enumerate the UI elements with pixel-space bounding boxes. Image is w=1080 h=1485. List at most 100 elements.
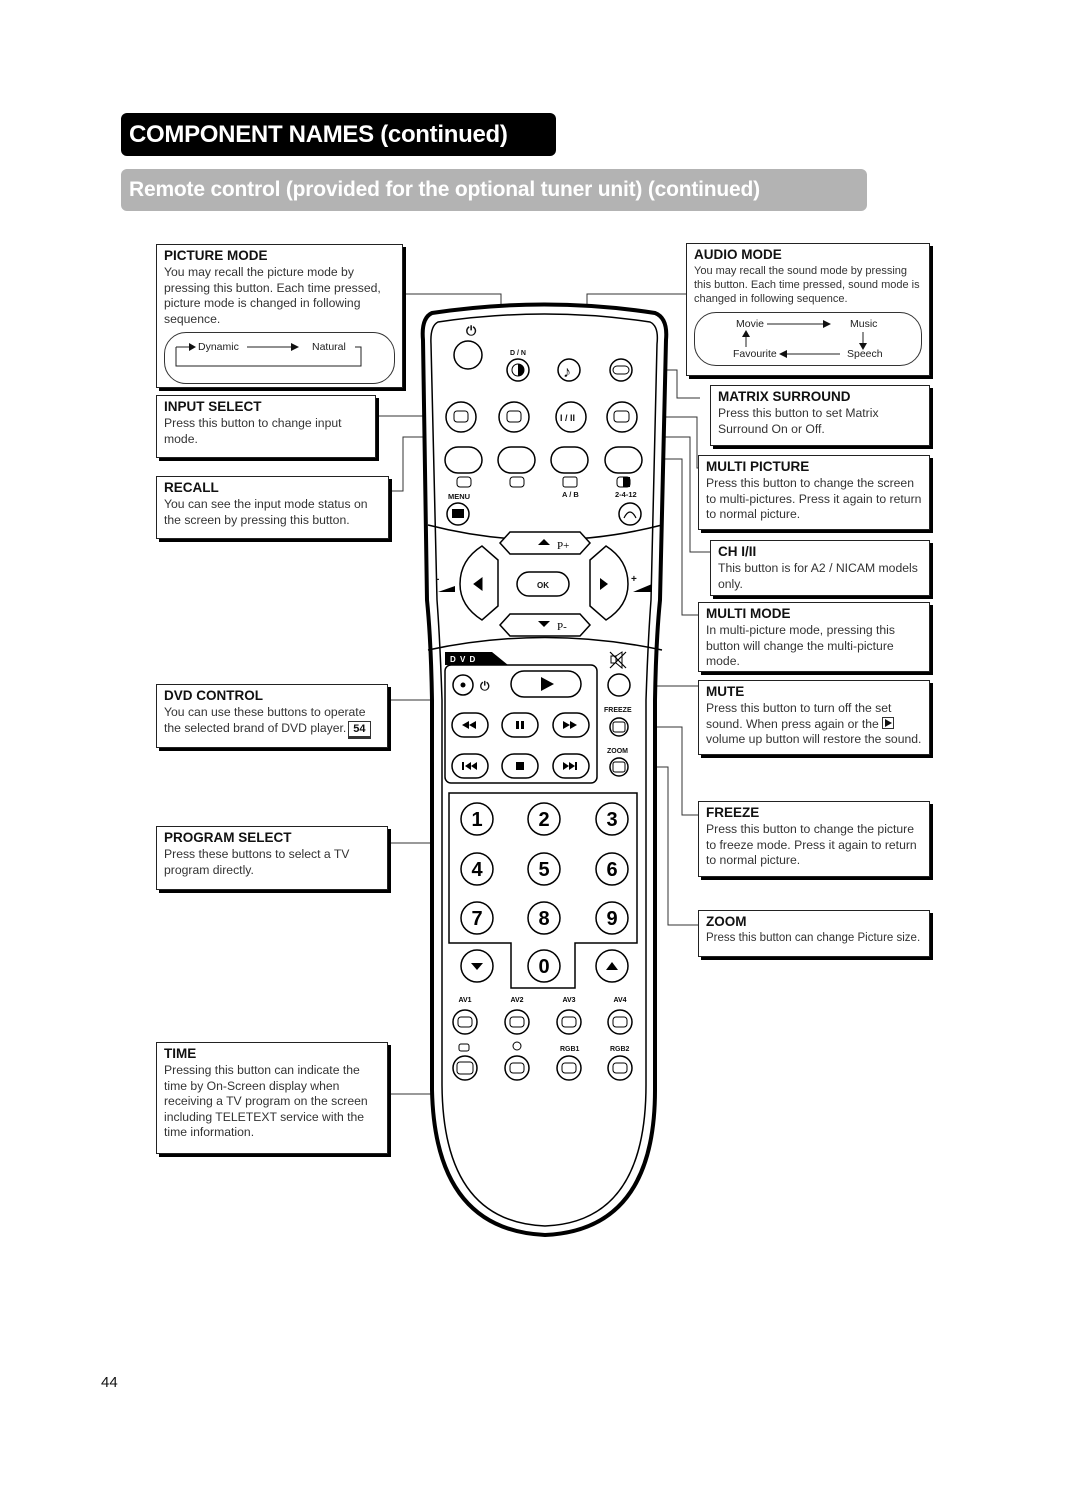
audio-mode-sequence: Movie Music Speech Favourite bbox=[694, 312, 922, 366]
digit-button-5[interactable]: 5 bbox=[527, 852, 561, 886]
digit-label: 5 bbox=[538, 859, 549, 881]
ab-button[interactable] bbox=[550, 446, 589, 474]
zoom-label: ZOOM bbox=[607, 748, 628, 755]
picture-mode-sequence: Dynamic Natural bbox=[164, 332, 395, 385]
av-label: AV4 bbox=[613, 997, 626, 1004]
callout-text: You may recall the picture mode by press… bbox=[164, 265, 381, 326]
callout-multi-mode: MULTI MODE In multi-picture mode, pressi… bbox=[698, 602, 930, 672]
time-button[interactable] bbox=[504, 1055, 530, 1081]
recall-button[interactable] bbox=[498, 401, 530, 433]
sequence-arrows bbox=[742, 320, 867, 358]
callout-title: TIME bbox=[164, 1046, 197, 1061]
ab-label: A / B bbox=[562, 490, 579, 499]
input-select-button[interactable] bbox=[445, 401, 477, 433]
callout-text: Pressing this button can indicate the ti… bbox=[164, 1063, 368, 1140]
matrix-surround-button[interactable] bbox=[609, 358, 633, 382]
callout-recall: RECALL You can see the input mode status… bbox=[156, 476, 389, 539]
callout-text: Press this button to change the screen t… bbox=[706, 476, 922, 522]
callout-ch: CH I/II This button is for A2 / NICAM mo… bbox=[710, 540, 930, 596]
digit-label: 2 bbox=[538, 809, 549, 831]
sequence-item: Music bbox=[850, 318, 878, 330]
freeze-label: FREEZE bbox=[604, 707, 632, 714]
av-button-4[interactable] bbox=[607, 1009, 633, 1035]
digit-button-9[interactable]: 9 bbox=[595, 901, 629, 935]
digit-button-1[interactable]: 1 bbox=[460, 802, 494, 836]
callout-title: MATRIX SURROUND bbox=[718, 389, 851, 404]
callout-title: RECALL bbox=[164, 480, 219, 495]
rgb2-button[interactable] bbox=[607, 1055, 633, 1081]
menu-icon bbox=[452, 509, 464, 518]
av-button-3[interactable] bbox=[556, 1009, 582, 1035]
callout-text: Press this button to set Matrix Surround… bbox=[718, 406, 879, 436]
callout-picture-mode: PICTURE MODE You may recall the picture … bbox=[156, 244, 403, 388]
digit-button-0[interactable]: 0 bbox=[527, 949, 561, 983]
digit-label: 9 bbox=[606, 908, 617, 930]
screen-button[interactable] bbox=[452, 1055, 478, 1081]
svg-text:D V D: D V D bbox=[450, 655, 476, 664]
channel-down-button[interactable] bbox=[460, 949, 494, 983]
digit-button-8[interactable]: 8 bbox=[527, 901, 561, 935]
digit-label: 0 bbox=[538, 956, 549, 978]
digit-button-7[interactable]: 7 bbox=[460, 901, 494, 935]
callout-title: PROGRAM SELECT bbox=[164, 830, 292, 845]
teletext-button[interactable] bbox=[444, 446, 483, 474]
digit-label: 7 bbox=[471, 908, 482, 930]
callout-input-select: INPUT SELECT Press this button to change… bbox=[156, 395, 376, 458]
digit-button-2[interactable]: 2 bbox=[527, 802, 561, 836]
dvd-pause-button[interactable] bbox=[501, 712, 539, 738]
page-reference-icon[interactable]: 54 bbox=[348, 720, 371, 739]
callout-title: MULTI MODE bbox=[706, 606, 791, 621]
callout-time: TIME Pressing this button can indicate t… bbox=[156, 1042, 388, 1154]
callout-text-body: You can use these buttons to operate the… bbox=[164, 705, 366, 735]
mp-label: 2-4-12 bbox=[615, 490, 637, 499]
swap-button[interactable] bbox=[618, 502, 642, 526]
callout-title: CH I/II bbox=[718, 544, 757, 559]
multi-picture-button[interactable] bbox=[606, 401, 638, 433]
callout-title: AUDIO MODE bbox=[694, 247, 782, 262]
svg-text:+: + bbox=[631, 574, 637, 585]
svg-text:OK: OK bbox=[537, 581, 549, 590]
callout-text-body: Press this button to turn off the set so… bbox=[706, 701, 892, 731]
mute-button[interactable] bbox=[607, 673, 631, 697]
callout-text: Press this button to turn off the set so… bbox=[706, 701, 922, 748]
callout-text: Press this button to change input mode. bbox=[164, 416, 342, 446]
multi-mode-button[interactable] bbox=[604, 446, 643, 474]
freeze-button[interactable] bbox=[609, 717, 629, 737]
picture-mode-button[interactable] bbox=[506, 358, 530, 382]
dvd-power-button[interactable] bbox=[452, 674, 474, 696]
digit-label: 4 bbox=[471, 859, 483, 881]
rgb1-button[interactable] bbox=[556, 1055, 582, 1081]
callout-title: MUTE bbox=[706, 684, 745, 699]
callout-multi-picture: MULTI PICTURE Press this button to chang… bbox=[698, 455, 930, 530]
svg-text:I / II: I / II bbox=[560, 413, 575, 423]
callout-text: You can use these buttons to operate the… bbox=[164, 705, 380, 739]
av-label: AV1 bbox=[458, 997, 471, 1004]
callout-zoom: ZOOM Press this button can change Pictur… bbox=[698, 910, 930, 957]
volume-up-play-icon bbox=[882, 716, 895, 729]
power-button[interactable] bbox=[453, 340, 483, 370]
stop-icon bbox=[516, 762, 524, 770]
callout-text: Press these buttons to select a TV progr… bbox=[164, 847, 350, 877]
digit-button-4[interactable]: 4 bbox=[460, 852, 494, 886]
callout-text: Press this button can change Picture siz… bbox=[706, 932, 921, 944]
av-button-1[interactable] bbox=[452, 1009, 478, 1035]
menu-button[interactable] bbox=[446, 502, 470, 526]
callout-text: You may recall the sound mode by pressin… bbox=[694, 265, 920, 305]
rgb1-label: RGB1 bbox=[560, 1046, 580, 1053]
callout-text: You can see the input mode status on the… bbox=[164, 497, 368, 527]
callout-title: PICTURE MODE bbox=[164, 248, 268, 263]
channel-up-button[interactable] bbox=[595, 949, 629, 983]
zoom-button[interactable] bbox=[609, 757, 629, 777]
digit-button-6[interactable]: 6 bbox=[595, 852, 629, 886]
callout-text: Press this button to change the picture … bbox=[706, 822, 917, 868]
subtitle-button[interactable] bbox=[497, 446, 536, 474]
callout-text: In multi-picture mode, pressing this but… bbox=[706, 623, 895, 669]
dn-label: D / N bbox=[510, 350, 526, 357]
ch-button[interactable]: I / II bbox=[555, 401, 587, 433]
callout-title: DVD CONTROL bbox=[164, 688, 263, 703]
audio-mode-button[interactable]: ♪ bbox=[557, 358, 581, 382]
av-button-2[interactable] bbox=[504, 1009, 530, 1035]
svg-text:-: - bbox=[436, 574, 439, 585]
rgb2-label: RGB2 bbox=[610, 1046, 630, 1053]
digit-button-3[interactable]: 3 bbox=[595, 802, 629, 836]
